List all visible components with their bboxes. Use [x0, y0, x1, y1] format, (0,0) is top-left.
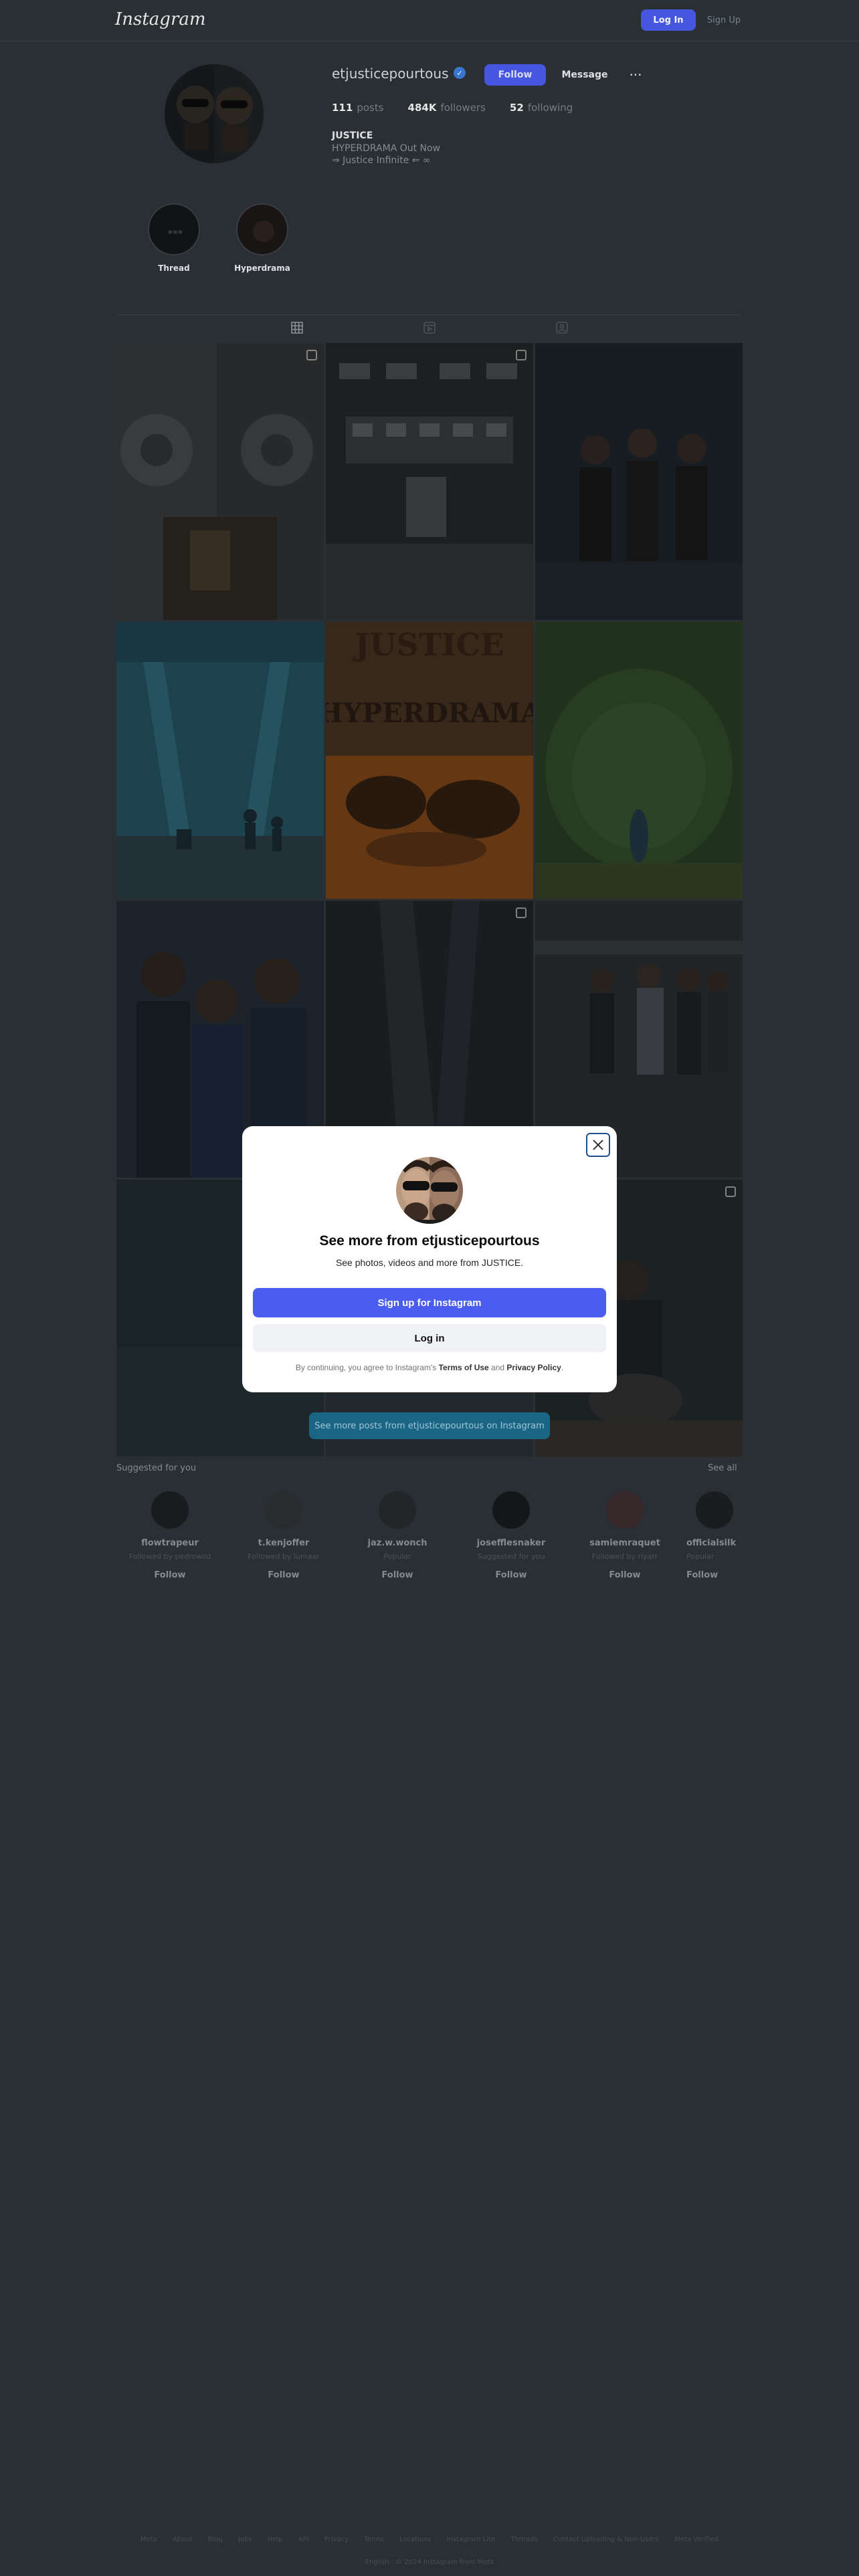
modal-backdrop[interactable]: See more from etjusticepourtous See phot…	[0, 0, 859, 2576]
login-prompt-dialog: See more from etjusticepourtous See phot…	[242, 1126, 617, 1392]
modal-subtitle: See photos, videos and more from JUSTICE…	[335, 1257, 524, 1268]
legal-notice: By continuing, you agree to Instagram's …	[295, 1363, 564, 1372]
login-button[interactable]: Log in	[253, 1324, 606, 1352]
terms-of-use-link[interactable]: Terms of Use	[439, 1363, 489, 1372]
modal-title: See more from etjusticepourtous	[319, 1233, 540, 1249]
signup-button[interactable]: Sign up for Instagram	[253, 1288, 606, 1317]
privacy-policy-link[interactable]: Privacy Policy	[506, 1363, 561, 1372]
modal-avatar	[396, 1157, 463, 1224]
close-icon[interactable]	[586, 1133, 610, 1157]
